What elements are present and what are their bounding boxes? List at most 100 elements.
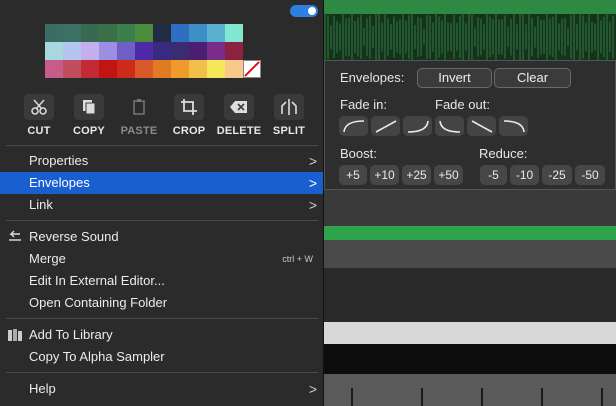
menu-item-reverse-sound[interactable]: Reverse Sound: [0, 226, 323, 248]
menu-item-merge[interactable]: Merge ctrl + W: [0, 248, 323, 270]
color-swatch[interactable]: [63, 60, 81, 78]
menu-item-envelopes[interactable]: Envelopes >: [0, 172, 323, 194]
curve-linear-down-icon: [471, 120, 492, 133]
no-color-icon[interactable]: [243, 60, 261, 78]
copy-button[interactable]: COPY: [64, 94, 114, 140]
edit-external-label: Edit In External Editor...: [29, 273, 165, 288]
color-swatch[interactable]: [45, 42, 63, 60]
delete-button[interactable]: DELETE: [214, 94, 264, 140]
merge-shortcut: ctrl + W: [282, 254, 313, 264]
color-swatch[interactable]: [189, 60, 207, 78]
invert-button[interactable]: Invert: [417, 68, 492, 88]
green-clip-bar: [322, 226, 616, 240]
color-swatch[interactable]: [207, 24, 225, 42]
ruler-ticks: [351, 388, 603, 406]
clipboard-icon: [133, 99, 145, 115]
color-swatch[interactable]: [45, 60, 63, 78]
backspace-icon: [230, 101, 247, 113]
color-swatch[interactable]: [225, 60, 243, 78]
color-swatch[interactable]: [81, 60, 99, 78]
color-swatch[interactable]: [153, 42, 171, 60]
paste-button[interactable]: PASTE: [114, 94, 164, 140]
link-label: Link: [29, 197, 53, 212]
copy-icon: [83, 100, 96, 115]
palette-toggle[interactable]: [290, 5, 318, 17]
color-swatch[interactable]: [63, 42, 81, 60]
fade-out-exp-button[interactable]: [499, 116, 528, 136]
color-swatch[interactable]: [171, 24, 189, 42]
cut-button[interactable]: CUT: [14, 94, 64, 140]
fade-in-log-button[interactable]: [339, 116, 368, 136]
reduce-50-button[interactable]: -50: [575, 165, 605, 185]
add-library-label: Add To Library: [29, 327, 113, 342]
color-swatch[interactable]: [81, 42, 99, 60]
color-swatch[interactable]: [45, 24, 63, 42]
fade-out-log-button[interactable]: [435, 116, 464, 136]
menu-item-properties[interactable]: Properties >: [0, 150, 323, 172]
fade-in-exp-button[interactable]: [403, 116, 432, 136]
cut-label: CUT: [27, 125, 51, 137]
color-swatch[interactable]: [99, 60, 117, 78]
color-swatch[interactable]: [99, 24, 117, 42]
boost-25-button[interactable]: +25: [402, 165, 431, 185]
color-palette: [45, 24, 279, 78]
menu-item-edit-external[interactable]: Edit In External Editor...: [0, 270, 323, 292]
white-bar: [322, 322, 616, 344]
color-swatch[interactable]: [189, 42, 207, 60]
color-swatch[interactable]: [171, 42, 189, 60]
curve-concave-up-icon: [407, 120, 429, 133]
fade-in-linear-button[interactable]: [371, 116, 400, 136]
reduce-label: Reduce:: [479, 146, 528, 161]
toggle-knob: [308, 7, 316, 15]
color-swatch[interactable]: [117, 60, 135, 78]
menu-item-help[interactable]: Help >: [0, 378, 323, 400]
color-swatch[interactable]: [117, 42, 135, 60]
merge-label: Merge: [29, 251, 66, 266]
menu-item-add-library[interactable]: Add To Library: [0, 324, 323, 346]
color-swatch[interactable]: [153, 24, 171, 42]
color-swatch[interactable]: [153, 60, 171, 78]
track-lane-2: [322, 240, 616, 268]
color-swatch[interactable]: [81, 24, 99, 42]
split-button[interactable]: SPLIT: [264, 94, 314, 140]
color-swatch[interactable]: [135, 24, 153, 42]
reduce-10-button[interactable]: -10: [510, 165, 539, 185]
copy-label: COPY: [73, 125, 105, 137]
track-lane-3: [322, 268, 616, 322]
color-swatch[interactable]: [135, 42, 153, 60]
fade-out-linear-button[interactable]: [467, 116, 496, 136]
chevron-right-icon: >: [308, 153, 317, 169]
divider: [6, 220, 318, 221]
crop-button[interactable]: CROP: [164, 94, 214, 140]
dark-bar: [322, 344, 616, 374]
color-swatch[interactable]: [171, 60, 189, 78]
color-swatch[interactable]: [117, 24, 135, 42]
swatch-row: [45, 60, 279, 78]
fade-out-label: Fade out:: [435, 97, 490, 112]
boost-50-button[interactable]: +50: [434, 165, 463, 185]
boost-label: Boost:: [340, 146, 377, 161]
clear-button[interactable]: Clear: [494, 68, 571, 88]
edit-toolbar: CUT COPY PASTE CROP DELETE SPLIT: [14, 94, 318, 140]
color-swatch[interactable]: [189, 24, 207, 42]
color-swatch[interactable]: [135, 60, 153, 78]
menu-item-open-folder[interactable]: Open Containing Folder: [0, 292, 323, 314]
color-swatch[interactable]: [225, 24, 243, 42]
waveform-track-top: [321, 0, 616, 63]
boost-5-button[interactable]: +5: [339, 165, 367, 185]
curve-convex-up-icon: [342, 120, 364, 133]
reduce-5-button[interactable]: -5: [480, 165, 507, 185]
color-swatch[interactable]: [207, 60, 225, 78]
color-swatch[interactable]: [225, 42, 243, 60]
paste-label: PASTE: [120, 125, 158, 137]
chevron-right-icon: >: [308, 197, 317, 213]
divider: [6, 318, 318, 319]
menu-item-link[interactable]: Link >: [0, 194, 323, 216]
menu-item-copy-alpha-sampler[interactable]: Copy To Alpha Sampler: [0, 346, 323, 368]
color-swatch[interactable]: [63, 24, 81, 42]
color-swatch[interactable]: [207, 42, 225, 60]
color-swatch[interactable]: [99, 42, 117, 60]
boost-10-button[interactable]: +10: [370, 165, 399, 185]
reverse-label: Reverse Sound: [29, 229, 119, 244]
reduce-25-button[interactable]: -25: [542, 165, 572, 185]
